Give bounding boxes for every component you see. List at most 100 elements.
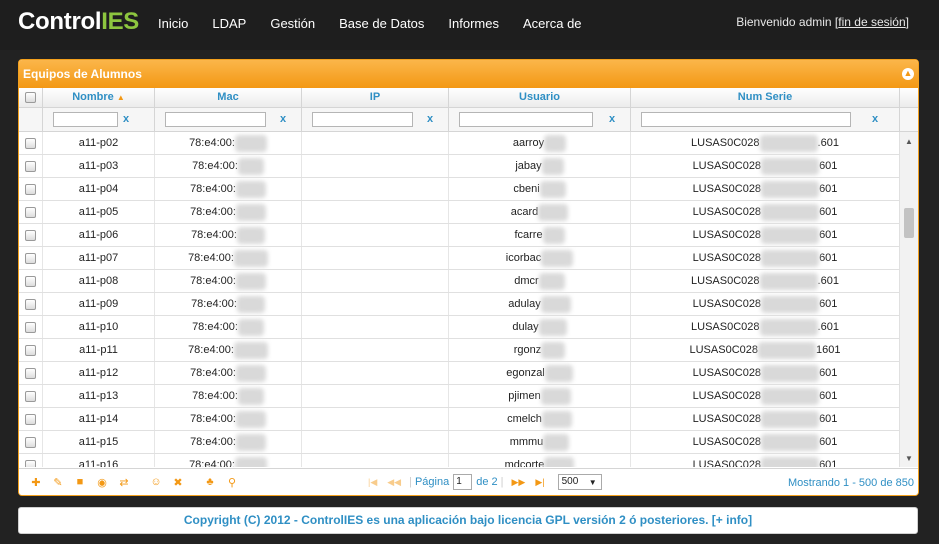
column-header-ip[interactable]: IP <box>302 88 449 107</box>
serie-suffix: 601 <box>819 160 838 172</box>
swap-icon[interactable]: ⇄ <box>113 476 135 489</box>
collapse-icon[interactable]: ▲ <box>902 68 914 80</box>
table-row[interactable]: a11-p02 78:e4:00: aarroy LUSAS0C028 .601 <box>19 132 900 155</box>
filter-input-mac[interactable] <box>165 112 266 127</box>
table-row[interactable]: a11-p09 78:e4:00: adulay LUSAS0C028 601 <box>19 293 900 316</box>
clear-filter-usuario[interactable]: x <box>609 113 615 125</box>
redacted-blur <box>761 387 820 405</box>
row-checkbox[interactable] <box>25 183 36 195</box>
cell-usuario: aarroy <box>449 132 631 154</box>
table-row[interactable]: a11-p07 78:e4:00: icorbac LUSAS0C028 601 <box>19 247 900 270</box>
select-all-checkbox[interactable] <box>25 91 36 103</box>
user-icon[interactable]: ☺ <box>145 476 167 489</box>
filter-input-num-serie[interactable] <box>641 112 851 127</box>
nav-item-base-de-datos[interactable]: Base de Datos <box>339 16 424 31</box>
logout-link[interactable]: fin de sesión <box>838 15 905 29</box>
row-checkbox[interactable] <box>25 413 36 425</box>
nav-item-inicio[interactable]: Inicio <box>158 16 188 31</box>
more-info-link[interactable]: [+ info] <box>712 513 752 527</box>
scroll-down-icon[interactable]: ▼ <box>905 454 913 463</box>
scrollbar-thumb[interactable] <box>904 208 914 238</box>
first-page-icon[interactable]: |◀ <box>368 477 377 488</box>
cell-usuario: cbeni <box>449 178 631 200</box>
row-checkbox[interactable] <box>25 321 36 333</box>
row-select-cell <box>19 293 43 315</box>
cell-usuario: mmmu <box>449 431 631 453</box>
page-number-input[interactable]: 1 <box>453 474 473 490</box>
cell-mac: 78:e4:00: <box>155 270 302 292</box>
vertical-scrollbar[interactable]: ▲ ▼ <box>899 132 918 467</box>
cell-nombre: a11-p11 <box>43 339 155 361</box>
column-header-usuario[interactable]: Usuario <box>449 88 631 107</box>
clear-filter-nombre[interactable]: x <box>123 113 129 125</box>
clear-filter-mac[interactable]: x <box>280 113 286 125</box>
row-checkbox[interactable] <box>25 160 36 172</box>
welcome-bracket: ] <box>905 15 909 29</box>
rows-per-page-select[interactable]: 500 ▼ <box>557 474 602 490</box>
filter-input-ip[interactable] <box>312 112 413 127</box>
header-select-all[interactable] <box>19 88 43 107</box>
table-row[interactable]: a11-p08 78:e4:00: dmcr LUSAS0C028 .601 <box>19 270 900 293</box>
cell-nombre: a11-p14 <box>43 408 155 430</box>
tools-icon[interactable]: ✖ <box>167 476 189 489</box>
row-checkbox[interactable] <box>25 206 36 218</box>
cell-nombre: a11-p08 <box>43 270 155 292</box>
search-icon[interactable]: ⚲ <box>221 476 243 489</box>
clear-filter-num-serie[interactable]: x <box>872 113 878 125</box>
table-row[interactable]: a11-p03 78:e4:00: jabay LUSAS0C028 601 <box>19 155 900 178</box>
table-row[interactable]: a11-p04 78:e4:00: cbeni LUSAS0C028 601 <box>19 178 900 201</box>
cell-ip <box>302 293 449 315</box>
cell-num-serie: LUSAS0C028 601 <box>631 454 900 467</box>
filter-input-usuario[interactable] <box>459 112 593 127</box>
table-row[interactable]: a11-p11 78:e4:00: rgonz LUSAS0C028 1601 <box>19 339 900 362</box>
nav-item-ldap[interactable]: LDAP <box>212 16 246 31</box>
add-icon[interactable]: ✚ <box>25 476 47 489</box>
redacted-blur <box>235 410 266 428</box>
table-row[interactable]: a11-p14 78:e4:00: cmelch LUSAS0C028 601 <box>19 408 900 431</box>
delete-icon[interactable]: ■ <box>69 476 91 489</box>
row-checkbox[interactable] <box>25 252 36 264</box>
nav-item-informes[interactable]: Informes <box>448 16 499 31</box>
row-checkbox[interactable] <box>25 137 36 149</box>
cell-num-serie: LUSAS0C028 601 <box>631 224 900 246</box>
table-row[interactable]: a11-p16 78:e4:00: mdcorte LUSAS0C028 601 <box>19 454 900 467</box>
cell-mac: 78:e4:00: <box>155 293 302 315</box>
mac-text: 78:e4:00: <box>188 252 234 264</box>
row-checkbox[interactable] <box>25 275 36 287</box>
row-checkbox[interactable] <box>25 390 36 402</box>
mac-text: 78:e4:00: <box>190 275 236 287</box>
last-page-icon[interactable]: ▶| <box>535 477 544 488</box>
row-checkbox[interactable] <box>25 298 36 310</box>
filter-input-nombre[interactable] <box>53 112 118 127</box>
next-page-icon[interactable]: ▶▶ <box>512 477 526 488</box>
scroll-up-icon[interactable]: ▲ <box>905 137 913 146</box>
serie-text: LUSAS0C028 <box>689 344 759 356</box>
nav-item-acerca-de[interactable]: Acerca de <box>523 16 582 31</box>
table-row[interactable]: a11-p10 78:e4:00: dulay LUSAS0C028 .601 <box>19 316 900 339</box>
usuario-text: cmelch <box>507 413 542 425</box>
column-header-num-serie[interactable]: Num Serie <box>631 88 900 107</box>
table-row[interactable]: a11-p15 78:e4:00: mmmu LUSAS0C028 601 <box>19 431 900 454</box>
table-row[interactable]: a11-p05 78:e4:00: acard LUSAS0C028 601 <box>19 201 900 224</box>
row-checkbox[interactable] <box>25 367 36 379</box>
tag-icon[interactable]: ◉ <box>91 476 113 489</box>
cell-nombre: a11-p09 <box>43 293 155 315</box>
prev-page-icon[interactable]: ◀◀ <box>387 477 401 488</box>
table-row[interactable]: a11-p12 78:e4:00: egonzal LUSAS0C028 601 <box>19 362 900 385</box>
row-checkbox[interactable] <box>25 229 36 241</box>
nav-item-gestion[interactable]: Gestión <box>270 16 315 31</box>
row-select-cell <box>19 155 43 177</box>
app-logo[interactable]: ControlIES <box>18 8 139 36</box>
clear-filter-ip[interactable]: x <box>427 113 433 125</box>
row-checkbox[interactable] <box>25 459 36 467</box>
serie-text: LUSAS0C028 <box>692 229 762 241</box>
edit-icon[interactable]: ✎ <box>47 476 69 489</box>
row-checkbox[interactable] <box>25 344 36 356</box>
row-checkbox[interactable] <box>25 436 36 448</box>
column-header-mac[interactable]: Mac <box>155 88 302 107</box>
page-divider: | <box>409 476 412 488</box>
column-header-nombre[interactable]: Nombre ▲ <box>43 88 155 107</box>
table-row[interactable]: a11-p06 78:e4:00: fcarre LUSAS0C028 601 <box>19 224 900 247</box>
pin-icon[interactable]: ♣ <box>199 476 221 489</box>
table-row[interactable]: a11-p13 78:e4:00: pjimen LUSAS0C028 601 <box>19 385 900 408</box>
